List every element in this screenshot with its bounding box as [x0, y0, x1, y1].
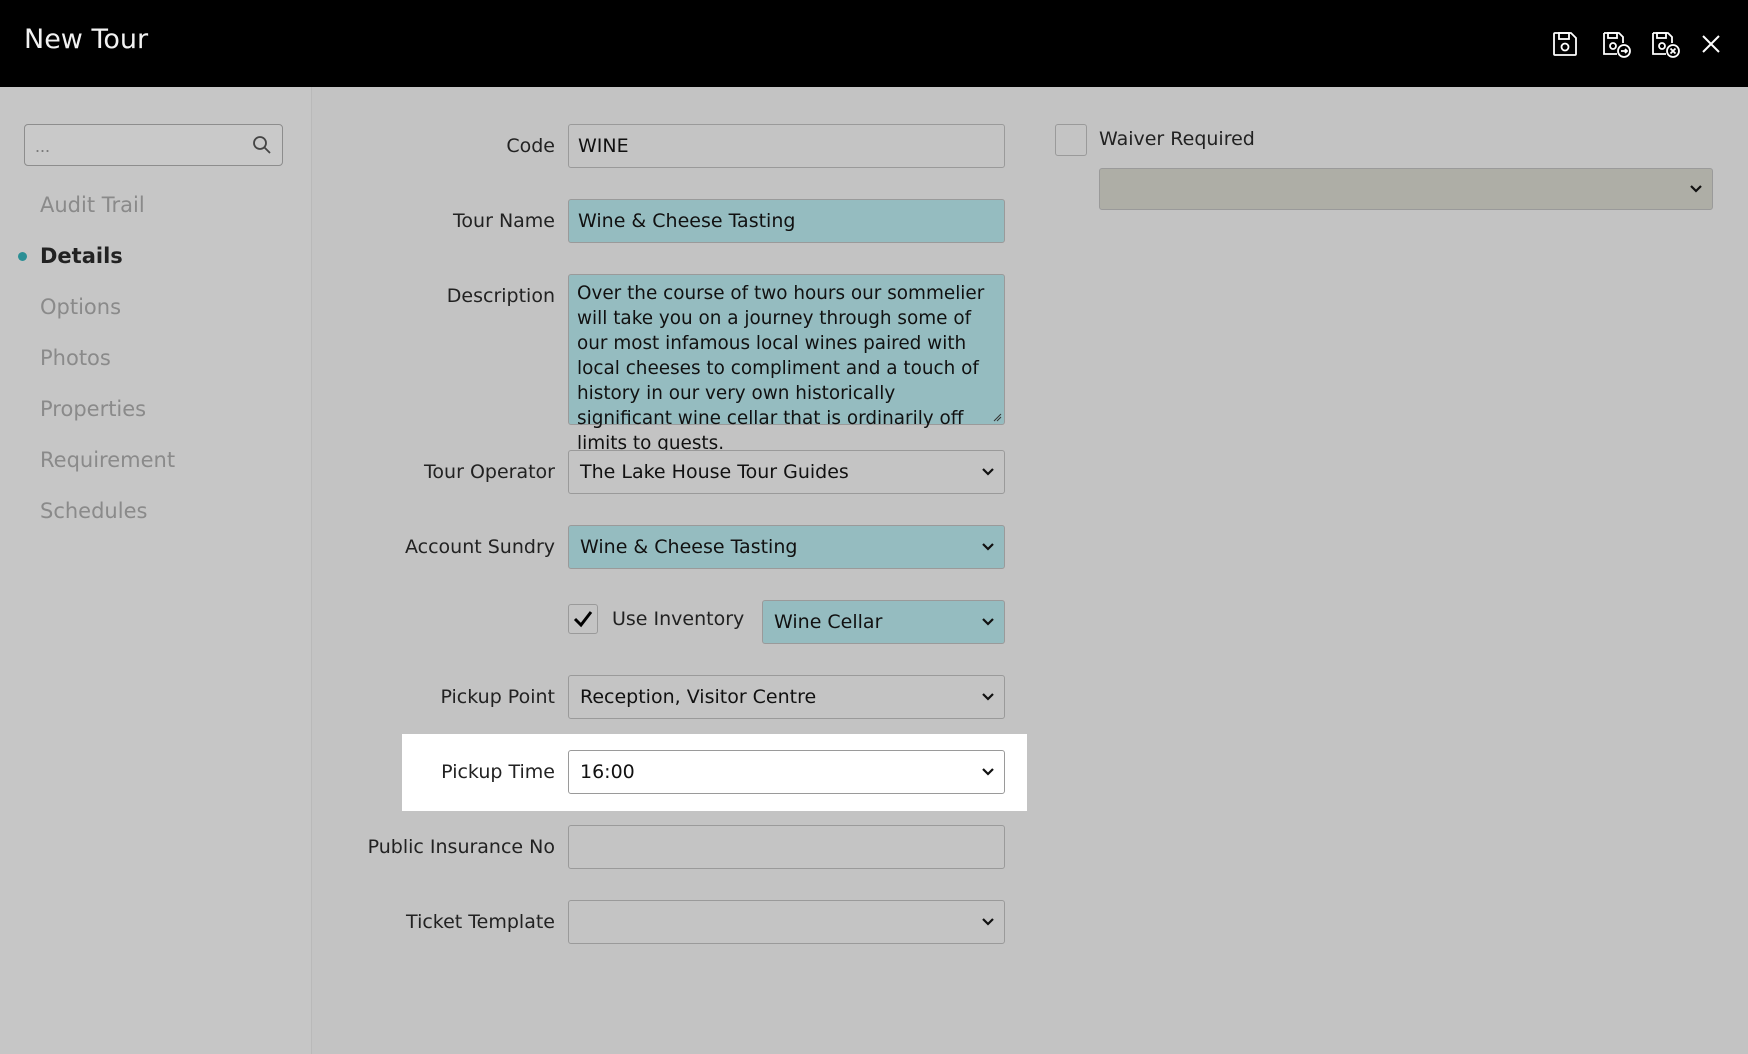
inventory-location-value: Wine Cellar — [774, 611, 883, 633]
inventory-location-select[interactable]: Wine Cellar — [762, 600, 1005, 644]
tour-operator-value: The Lake House Tour Guides — [580, 461, 849, 483]
chevron-down-icon — [982, 543, 994, 551]
chevron-down-icon — [982, 618, 994, 626]
sidebar-item-audit-trail[interactable]: Audit Trail — [40, 193, 145, 217]
account-sundry-select[interactable]: Wine & Cheese Tasting — [568, 525, 1005, 569]
sidebar-item-options[interactable]: Options — [40, 295, 121, 319]
ticket-template-select[interactable] — [568, 900, 1005, 944]
description-value: Over the course of two hours our sommeli… — [577, 283, 985, 454]
save-icon[interactable] — [1549, 28, 1581, 60]
tour-operator-select[interactable]: The Lake House Tour Guides — [568, 450, 1005, 494]
waiver-required-checkbox[interactable] — [1055, 124, 1087, 156]
search-icon[interactable] — [252, 135, 272, 155]
save-and-close-icon[interactable] — [1649, 28, 1681, 60]
tour-operator-label: Tour Operator — [424, 461, 555, 483]
sidebar: Audit Trail Details Options Photos Prope… — [0, 87, 312, 1054]
sidebar-item-details[interactable]: Details — [40, 244, 123, 268]
pickup-point-label: Pickup Point — [440, 686, 555, 708]
ticket-template-label: Ticket Template — [406, 911, 555, 933]
window-title: New Tour — [24, 24, 149, 55]
search-box[interactable] — [24, 124, 283, 166]
code-label: Code — [506, 135, 555, 157]
description-label: Description — [446, 285, 555, 307]
chevron-down-icon — [982, 918, 994, 926]
use-inventory-checkbox[interactable] — [568, 604, 598, 634]
sidebar-item-schedules[interactable]: Schedules — [40, 499, 147, 523]
chevron-down-icon — [1690, 185, 1702, 193]
checkmark-icon — [573, 611, 593, 628]
account-sundry-label: Account Sundry — [404, 536, 555, 558]
public-insurance-label: Public Insurance No — [367, 836, 555, 858]
code-field[interactable]: WINE — [568, 124, 1005, 168]
sidebar-item-properties[interactable]: Properties — [40, 397, 146, 421]
active-indicator-dot — [18, 252, 27, 261]
waiver-select[interactable] — [1099, 168, 1713, 210]
save-and-new-icon[interactable] — [1600, 28, 1632, 60]
use-inventory-label: Use Inventory — [612, 608, 745, 630]
code-value: WINE — [578, 135, 629, 157]
waiver-required-label: Waiver Required — [1099, 128, 1255, 150]
tour-name-value: Wine & Cheese Tasting — [578, 210, 796, 232]
account-sundry-value: Wine & Cheese Tasting — [580, 536, 798, 558]
title-bar: New Tour — [0, 0, 1748, 87]
chevron-down-icon — [982, 468, 994, 476]
public-insurance-field[interactable] — [568, 825, 1005, 869]
sidebar-item-photos[interactable]: Photos — [40, 346, 111, 370]
pickup-time-value: 16:00 — [580, 761, 635, 783]
chevron-down-icon — [982, 768, 994, 776]
search-input[interactable] — [33, 133, 237, 159]
tour-name-label: Tour Name — [453, 210, 555, 232]
pickup-time-select[interactable]: 16:00 — [568, 750, 1005, 794]
close-icon[interactable] — [1695, 28, 1727, 60]
description-textarea[interactable]: Over the course of two hours our sommeli… — [568, 274, 1005, 454]
pickup-time-label: Pickup Time — [441, 761, 555, 783]
pickup-point-value: Reception, Visitor Centre — [580, 686, 817, 708]
resize-handle-icon[interactable] — [992, 412, 1002, 422]
chevron-down-icon — [982, 693, 994, 701]
sidebar-item-requirement[interactable]: Requirement — [40, 448, 175, 472]
pickup-point-select[interactable]: Reception, Visitor Centre — [568, 675, 1005, 719]
tour-name-field[interactable]: Wine & Cheese Tasting — [568, 199, 1005, 243]
